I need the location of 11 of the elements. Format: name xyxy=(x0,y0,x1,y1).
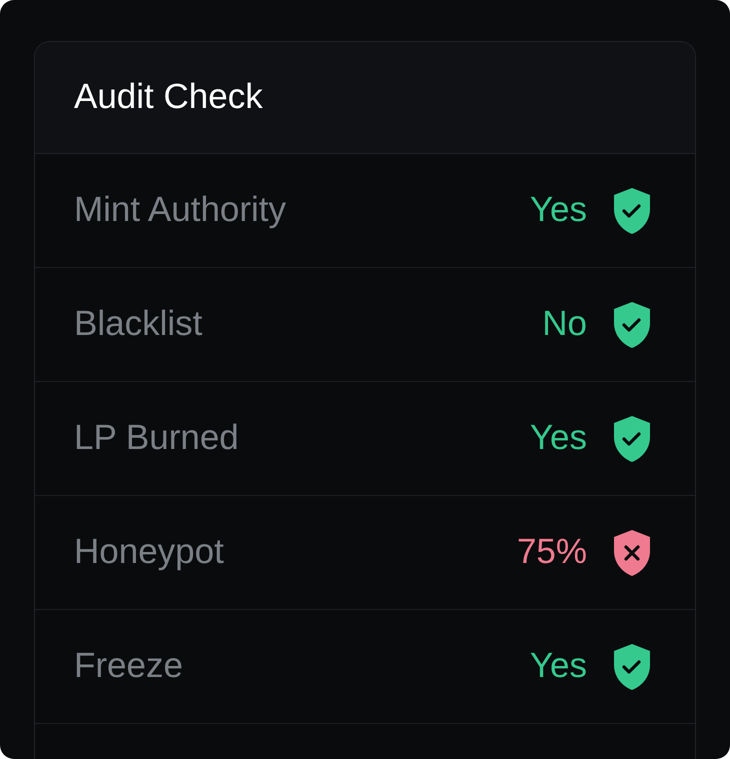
check-label: Honeypot xyxy=(74,531,225,574)
check-label: LP Burned xyxy=(74,417,240,460)
check-label: Mint Authority xyxy=(74,189,288,232)
check-value: 75% xyxy=(516,531,587,574)
check-value: Yes xyxy=(530,417,587,460)
check-value: No xyxy=(542,303,587,346)
check-value: Yes xyxy=(530,189,587,232)
check-value: Yes xyxy=(530,645,587,688)
check-label: Blacklist xyxy=(74,303,204,346)
check-label: Freeze xyxy=(74,645,184,688)
card-title: Audit Check xyxy=(74,76,263,118)
